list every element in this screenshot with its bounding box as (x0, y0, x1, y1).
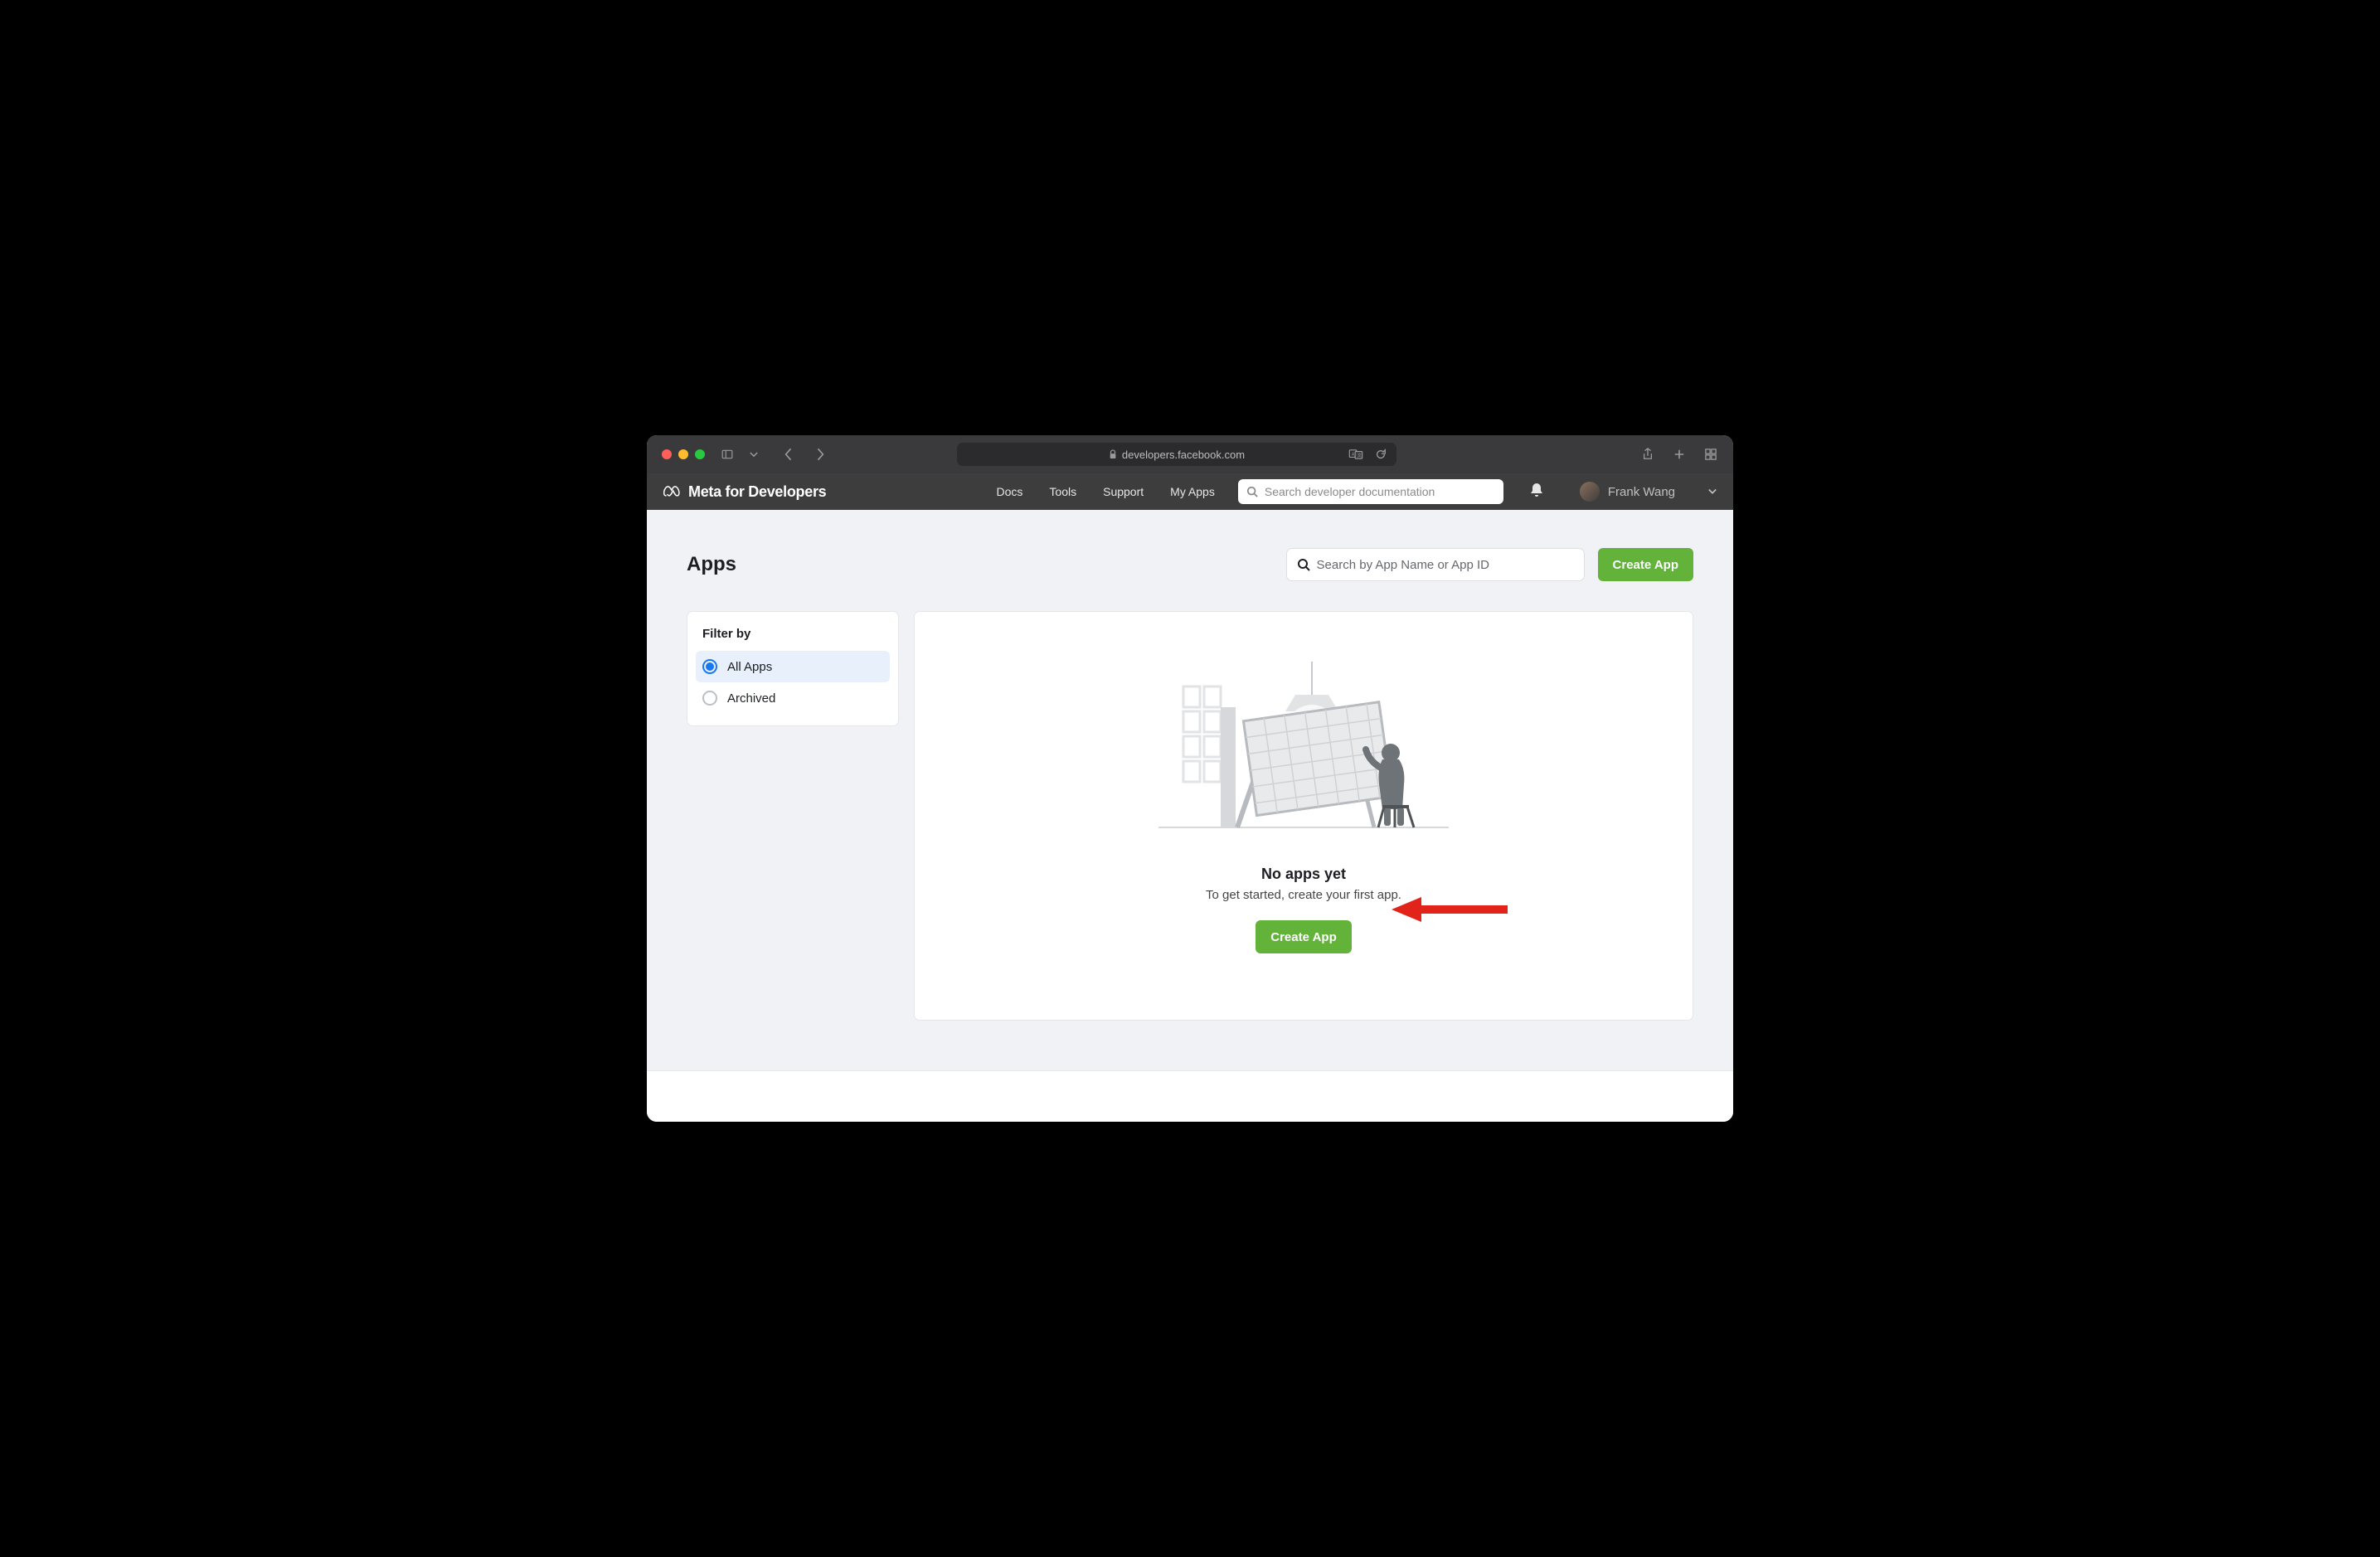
nav-tools[interactable]: Tools (1049, 485, 1076, 498)
main-panel: No apps yet To get started, create your … (914, 611, 1693, 1021)
filter-label: Archived (727, 691, 775, 706)
annotation-arrow-icon (1392, 897, 1508, 922)
back-button[interactable] (781, 447, 796, 462)
tabs-overview-icon[interactable] (1703, 447, 1718, 462)
forward-button[interactable] (813, 447, 828, 462)
share-icon[interactable] (1640, 447, 1655, 462)
translate-icon[interactable]: A文 (1348, 447, 1363, 462)
brand[interactable]: Meta for Developers (663, 483, 826, 501)
new-tab-icon[interactable] (1672, 447, 1687, 462)
app-search[interactable] (1286, 548, 1585, 581)
traffic-lights (662, 449, 705, 459)
nav-docs[interactable]: Docs (997, 485, 1023, 498)
caret-down-icon (1708, 487, 1717, 496)
address-bar[interactable]: developers.facebook.com A文 (957, 443, 1396, 466)
content: Apps Create App Filter by All Apps Archi… (647, 510, 1733, 1070)
minimize-window-button[interactable] (678, 449, 688, 459)
brand-text: Meta for Developers (688, 483, 826, 501)
doc-search[interactable] (1238, 479, 1503, 504)
doc-search-input[interactable] (1265, 485, 1495, 498)
radio-icon (702, 659, 717, 674)
filter-label: All Apps (727, 660, 772, 674)
sidebar-title: Filter by (696, 627, 890, 651)
titlebar: developers.facebook.com A文 (647, 435, 1733, 473)
maximize-window-button[interactable] (695, 449, 705, 459)
meta-logo-icon (663, 483, 682, 501)
radio-icon (702, 691, 717, 706)
footer (647, 1070, 1733, 1122)
avatar (1580, 482, 1600, 502)
search-icon (1246, 486, 1258, 497)
username: Frank Wang (1608, 485, 1675, 499)
notifications-icon[interactable] (1530, 483, 1543, 502)
app-search-input[interactable] (1317, 558, 1574, 572)
empty-illustration (1158, 662, 1449, 836)
search-icon (1297, 558, 1310, 571)
empty-title: No apps yet (1261, 866, 1346, 883)
empty-subtitle: To get started, create your first app. (1206, 888, 1401, 902)
filter-archived[interactable]: Archived (696, 682, 890, 714)
sidebar-toggle-icon[interactable] (720, 447, 735, 462)
svg-text:文: 文 (1358, 452, 1362, 458)
lock-icon (1109, 447, 1117, 462)
close-window-button[interactable] (662, 449, 672, 459)
create-app-button[interactable]: Create App (1598, 548, 1693, 581)
user-menu[interactable]: Frank Wang (1580, 482, 1717, 502)
site-header: Meta for Developers Docs Tools Support M… (647, 473, 1733, 510)
top-nav: Docs Tools Support My Apps (997, 485, 1215, 498)
browser-window: developers.facebook.com A文 (647, 435, 1733, 1122)
chevron-down-icon[interactable] (750, 447, 758, 462)
content-header: Apps Create App (687, 548, 1693, 581)
url-text: developers.facebook.com (1122, 449, 1245, 461)
nav-support[interactable]: Support (1103, 485, 1144, 498)
nav-my-apps[interactable]: My Apps (1170, 485, 1215, 498)
page-title: Apps (687, 553, 1273, 576)
svg-text:A: A (1352, 452, 1355, 457)
create-app-button-center[interactable]: Create App (1256, 920, 1351, 953)
filter-all-apps[interactable]: All Apps (696, 651, 890, 682)
sidebar-filter: Filter by All Apps Archived (687, 611, 899, 726)
reload-icon[interactable] (1373, 447, 1388, 462)
